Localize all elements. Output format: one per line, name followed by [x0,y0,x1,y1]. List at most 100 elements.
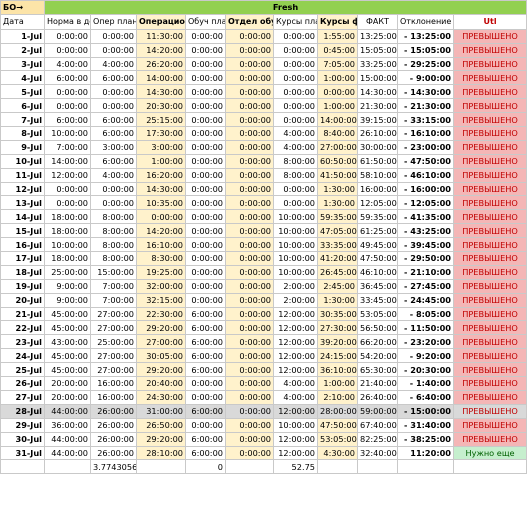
cell-deviation[interactable]: - 27:45:00 [397,278,454,294]
cell-date[interactable]: 10-Jul [0,153,45,169]
table-row[interactable]: 30-Jul 44:00:00 26:00:00 29:20:00 6:00:00 0:0… [0,431,528,447]
cell-course-fact[interactable]: 1:00:00 [317,98,358,114]
cell-oper-fact[interactable]: 16:10:00 [136,237,186,253]
cell-course-fact[interactable]: 47:05:00 [317,223,358,239]
cell-norm[interactable]: 43:00:00 [44,334,91,350]
cell-date[interactable]: 4-Jul [0,70,45,86]
cell-train-plan[interactable]: 6:00:00 [185,334,226,350]
cell-date[interactable]: 22-Jul [0,320,45,336]
cell-date[interactable]: 2-Jul [0,42,45,58]
table-row[interactable]: 13-Jul 0:00:00 0:00:00 10:35:00 0:00:00 0:00:… [0,195,528,211]
cell-oper-plan[interactable]: 0:00:00 [90,28,137,44]
table-row[interactable]: 6-Jul 0:00:00 0:00:00 20:30:00 0:00:00 0:00:0… [0,98,528,114]
cell-norm[interactable]: 18:00:00 [44,209,91,225]
cell-utl-status[interactable]: ПРЕВЫШЕНО [452,195,528,211]
cell-fact[interactable]: 47:50:00 [357,251,398,266]
cell-oper-plan[interactable]: 8:00:00 [90,251,137,266]
cell-norm[interactable]: 44:00:00 [44,403,91,419]
header-norm[interactable]: Норма в день [44,13,91,30]
table-row[interactable]: 23-Jul 43:00:00 25:00:00 27:00:00 6:00:00 0:0… [0,334,528,350]
cell-course-plan[interactable]: 4:00:00 [273,389,318,405]
cell-norm[interactable]: 20:00:00 [44,389,91,405]
table-row[interactable]: 19-Jul 9:00:00 7:00:00 32:00:00 0:00:00 0:00:… [0,278,528,294]
table-row[interactable]: 3-Jul 4:00:00 4:00:00 26:20:00 0:00:00 0:00:0… [0,56,528,72]
cell-course-plan[interactable]: 12:00:00 [273,320,318,336]
table-row[interactable]: 18-Jul 25:00:00 15:00:00 19:25:00 0:00:00 0:0… [0,264,528,280]
cell-fact[interactable]: 21:40:00 [357,376,398,391]
cell-oper-plan[interactable]: 0:00:00 [90,98,137,114]
cell-deviation[interactable]: - 13:25:00 [397,28,454,44]
total-cell[interactable]: 52.75 [273,459,318,475]
cell-train-dept-fact[interactable]: 0:00:00 [225,403,274,419]
cell-fact[interactable]: 12:05:00 [357,195,398,211]
cell-train-plan[interactable]: 6:00:00 [185,362,226,378]
cell-date[interactable]: 16-Jul [0,237,45,253]
cell-course-plan[interactable]: 0:00:00 [273,70,318,86]
cell-course-fact[interactable]: 14:00:00 [317,112,358,128]
cell-course-plan[interactable]: 10:00:00 [273,264,318,280]
cell-oper-fact[interactable]: 0:00:00 [136,209,186,225]
cell-date[interactable]: 6-Jul [0,98,45,114]
cell-course-plan[interactable]: 12:00:00 [273,348,318,364]
cell-train-dept-fact[interactable]: 0:00:00 [225,112,274,128]
cell-oper-plan[interactable]: 27:00:00 [90,320,137,336]
cell-deviation[interactable]: - 12:05:00 [397,195,454,211]
cell-fact[interactable]: 65:30:00 [357,362,398,378]
cell-course-plan[interactable]: 12:00:00 [273,431,318,447]
cell-train-plan[interactable]: 0:00:00 [185,56,226,72]
total-cell[interactable] [225,459,274,475]
cell-deviation[interactable]: - 46:10:00 [397,167,454,183]
cell-fact[interactable]: 82:25:00 [357,431,398,447]
cell-oper-fact[interactable]: 32:15:00 [136,292,186,308]
cell-train-dept-fact[interactable]: 0:00:00 [225,153,274,169]
cell-fact[interactable]: 59:35:00 [357,209,398,225]
cell-oper-plan[interactable]: 25:00:00 [90,334,137,350]
cell-utl-status[interactable]: ПРЕВЫШЕНО [452,98,528,114]
cell-deviation[interactable]: - 16:00:00 [397,181,454,197]
cell-train-plan[interactable]: 0:00:00 [185,376,226,391]
cell-train-plan[interactable]: 0:00:00 [185,278,226,294]
cell-course-plan[interactable]: 10:00:00 [273,251,318,266]
cell-train-dept-fact[interactable]: 0:00:00 [225,167,274,183]
cell-fact[interactable]: 61:25:00 [357,223,398,239]
cell-course-fact[interactable]: 30:35:00 [317,306,358,322]
cell-oper-fact[interactable]: 11:30:00 [136,28,186,44]
cell-oper-fact[interactable]: 26:50:00 [136,417,186,433]
cell-oper-fact[interactable]: 14:30:00 [136,84,186,100]
cell-train-dept-fact[interactable]: 0:00:00 [225,195,274,211]
cell-train-plan[interactable]: 0:00:00 [185,209,226,225]
cell-fact[interactable]: 33:45:00 [357,292,398,308]
cell-deviation[interactable]: - 24:45:00 [397,292,454,308]
cell-deviation[interactable]: - 1:40:00 [397,376,454,391]
table-row[interactable]: 1-Jul 0:00:00 0:00:00 11:30:00 0:00:00 0:00:0… [0,28,528,44]
cell-date[interactable]: 9-Jul [0,139,45,155]
cell-oper-fact[interactable]: 24:30:00 [136,389,186,405]
cell-course-fact[interactable]: 2:45:00 [317,278,358,294]
cell-train-dept-fact[interactable]: 0:00:00 [225,431,274,447]
cell-course-plan[interactable]: 12:00:00 [273,445,318,461]
cell-date[interactable]: 31-Jul [0,445,45,461]
cell-course-fact[interactable]: 59:35:00 [317,209,358,225]
cell-course-plan[interactable]: 2:00:00 [273,292,318,308]
cell-course-plan[interactable]: 0:00:00 [273,84,318,100]
total-cell[interactable] [397,459,454,475]
cell-norm[interactable]: 18:00:00 [44,223,91,239]
table-row[interactable]: 14-Jul 18:00:00 8:00:00 0:00:00 0:00:00 0:00:… [0,209,528,225]
cell-oper-fact[interactable]: 14:20:00 [136,223,186,239]
cell-course-fact[interactable]: 24:15:00 [317,348,358,364]
cell-train-dept-fact[interactable]: 0:00:00 [225,320,274,336]
cell-norm[interactable]: 45:00:00 [44,362,91,378]
cell-oper-plan[interactable]: 27:00:00 [90,362,137,378]
cell-course-fact[interactable]: 1:30:00 [317,292,358,308]
cell-norm[interactable]: 4:00:00 [44,56,91,72]
cell-oper-plan[interactable]: 26:00:00 [90,403,137,419]
cell-oper-fact[interactable]: 29:20:00 [136,320,186,336]
cell-norm[interactable]: 0:00:00 [44,195,91,211]
table-row[interactable]: 9-Jul 7:00:00 3:00:00 3:00:00 0:00:00 0:00:00… [0,139,528,155]
cell-course-fact[interactable]: 53:05:00 [317,431,358,447]
cell-oper-plan[interactable]: 0:00:00 [90,42,137,58]
fresh-group-header[interactable]: Fresh [43,0,528,15]
cell-oper-fact[interactable]: 32:00:00 [136,278,186,294]
total-cell[interactable] [0,459,45,475]
cell-train-dept-fact[interactable]: 0:00:00 [225,139,274,155]
